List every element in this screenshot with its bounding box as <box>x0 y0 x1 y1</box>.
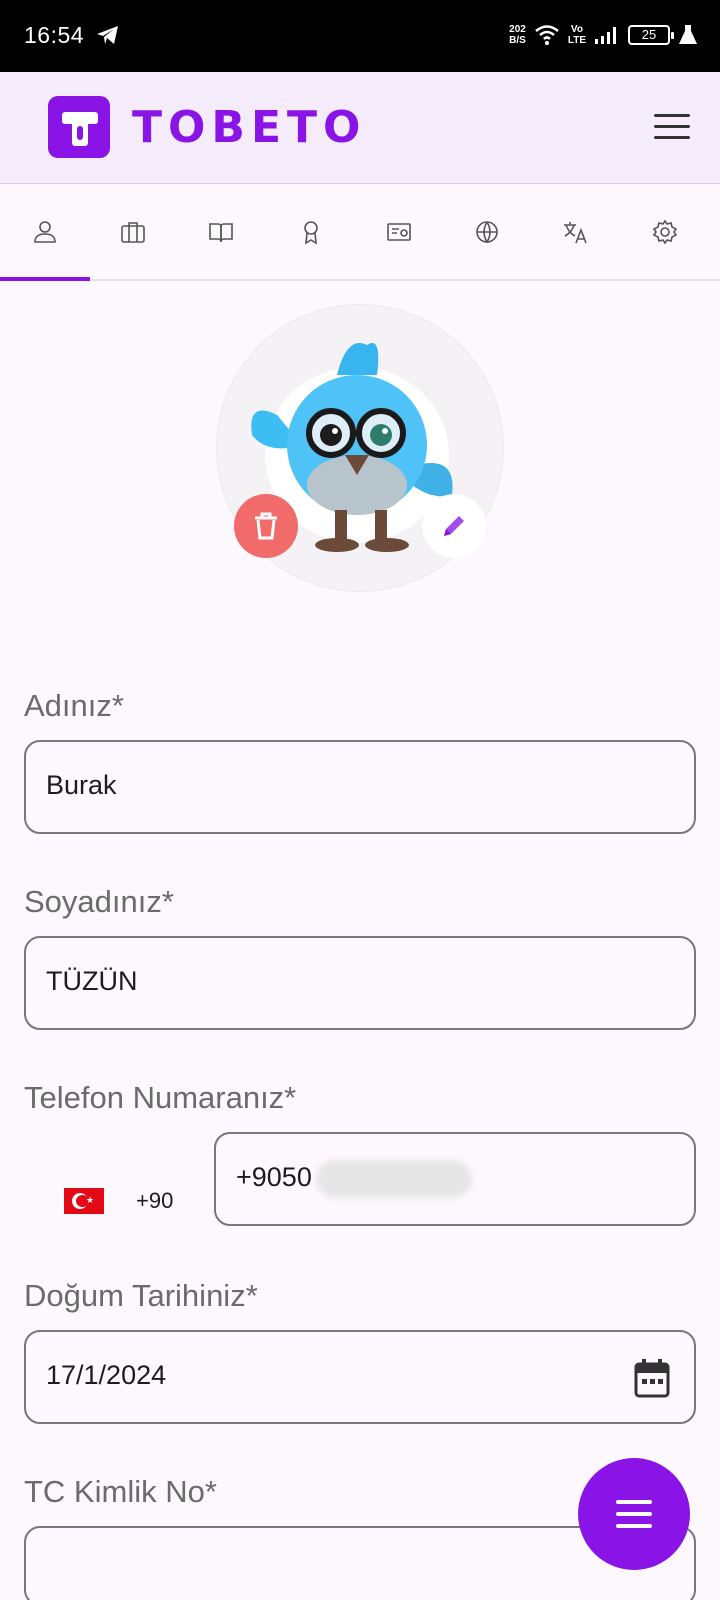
trash-icon <box>255 512 277 540</box>
gear-icon <box>652 219 678 245</box>
network-speed: 202 B/S <box>509 24 526 46</box>
signal-icon <box>595 27 616 44</box>
book-icon <box>209 223 233 243</box>
globe-icon <box>476 221 498 244</box>
birth-date-field[interactable]: 17/1/2024 <box>24 1330 696 1424</box>
turkey-flag-icon: ★ <box>64 1188 104 1214</box>
birth-date-label: Doğum Tarihiniz* <box>24 1278 258 1313</box>
status-bar: 16:54 202 B/S Vo LTE 25 <box>0 0 720 72</box>
tab-skills[interactable] <box>266 185 356 279</box>
profile-tab-bar <box>0 185 720 281</box>
tobeto-logo-icon <box>48 96 110 158</box>
last-name-field[interactable]: TÜZÜN <box>24 936 696 1030</box>
award-icon <box>304 221 318 245</box>
telegram-icon <box>97 26 118 44</box>
calendar-icon[interactable] <box>634 1358 670 1398</box>
flask-icon <box>679 25 697 44</box>
tab-experience[interactable] <box>88 185 178 279</box>
battery-icon: 25 <box>628 25 674 45</box>
brand-name: TOBETO <box>132 102 367 153</box>
phone-label: Telefon Numaranız* <box>24 1080 297 1115</box>
last-name-value: TÜZÜN <box>46 966 138 996</box>
app-bar: TOBETO <box>0 72 720 184</box>
network-speed-unit: B/S <box>509 35 526 46</box>
country-code-selector[interactable]: ★ +90 <box>48 1166 208 1236</box>
last-name-label: Soyadınız* <box>24 884 174 919</box>
tab-personal-info[interactable] <box>0 185 90 281</box>
status-time: 16:54 <box>24 22 85 48</box>
tab-education[interactable] <box>176 185 266 279</box>
hamburger-menu-icon[interactable] <box>654 114 690 142</box>
certificate-icon <box>387 223 411 241</box>
tab-certificates[interactable] <box>354 185 444 279</box>
tab-social-media[interactable] <box>442 185 532 279</box>
pencil-icon <box>444 516 464 536</box>
delete-photo-button[interactable] <box>234 494 298 558</box>
first-name-label: Adınız* <box>24 688 124 723</box>
first-name-value: Burak <box>46 770 117 800</box>
edit-photo-button[interactable] <box>422 494 486 558</box>
tab-settings[interactable] <box>620 185 710 279</box>
phone-field[interactable]: +9050 <box>214 1132 696 1226</box>
phone-value: +9050 <box>236 1162 312 1192</box>
status-icons: 202 B/S Vo LTE 25 <box>509 20 698 50</box>
first-name-field[interactable]: Burak <box>24 740 696 834</box>
wifi-icon <box>535 25 559 45</box>
volte-indicator: Vo LTE <box>568 24 586 46</box>
birth-date-value: 17/1/2024 <box>46 1360 167 1390</box>
country-dial-code: +90 <box>136 1188 174 1213</box>
person-icon <box>34 221 56 243</box>
network-speed-value: 202 <box>509 24 526 35</box>
redacted-phone-mask <box>316 1160 472 1198</box>
translate-icon <box>564 222 587 244</box>
briefcase-icon <box>121 222 145 243</box>
tc-id-label: TC Kimlik No* <box>24 1474 217 1509</box>
floating-menu-button[interactable] <box>578 1458 690 1570</box>
volte-bottom: LTE <box>567 35 586 46</box>
volte-top: Vo <box>570 24 583 35</box>
tab-languages[interactable] <box>530 185 620 279</box>
